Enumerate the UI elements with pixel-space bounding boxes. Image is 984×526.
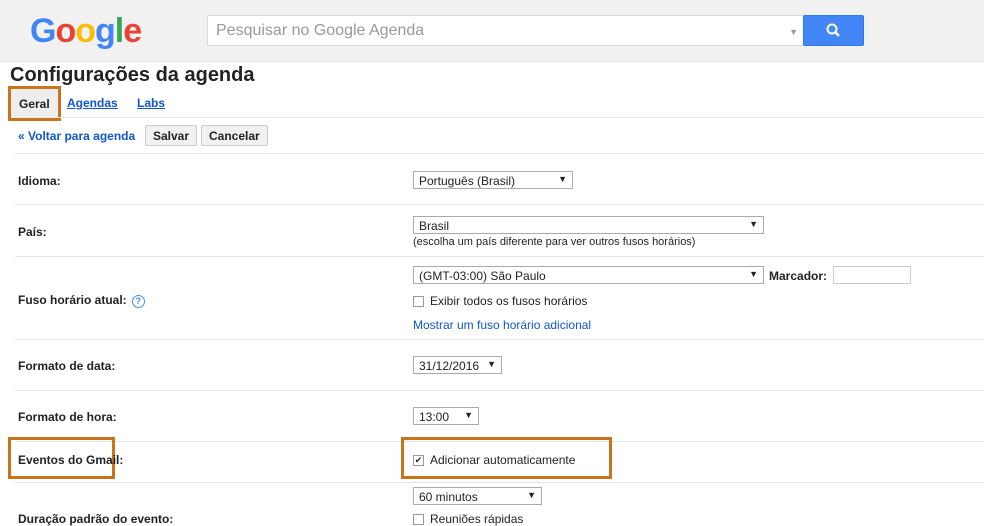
marker-input[interactable] bbox=[833, 266, 911, 284]
date-format-select[interactable]: 31/12/2016 ▼ bbox=[413, 356, 502, 374]
divider bbox=[15, 482, 984, 483]
divider bbox=[15, 339, 984, 340]
time-format-label: Formato de hora: bbox=[18, 410, 117, 424]
language-label: Idioma: bbox=[18, 174, 61, 188]
google-logo[interactable]: Google bbox=[30, 12, 142, 51]
language-select[interactable]: Português (Brasil) ▼ bbox=[413, 171, 573, 189]
auto-add-label: Adicionar automaticamente bbox=[430, 453, 576, 467]
country-note: (escolha um país diferente para ver outr… bbox=[413, 236, 696, 248]
search-input[interactable]: Pesquisar no Google Agenda ▼ bbox=[207, 15, 805, 46]
tab-agendas[interactable]: Agendas bbox=[67, 96, 118, 110]
divider bbox=[15, 390, 984, 391]
country-label: País: bbox=[18, 225, 47, 239]
chevron-down-icon: ▼ bbox=[527, 490, 536, 500]
back-to-calendar-link[interactable]: « Voltar para agenda bbox=[18, 129, 135, 143]
search-button[interactable] bbox=[803, 15, 864, 46]
divider bbox=[15, 117, 984, 118]
tab-geral[interactable]: Geral bbox=[8, 86, 61, 121]
language-value: Português (Brasil) bbox=[419, 174, 516, 188]
checkbox-icon[interactable] bbox=[413, 296, 424, 308]
search-placeholder: Pesquisar no Google Agenda bbox=[216, 22, 425, 39]
top-bar: Google Pesquisar no Google Agenda ▼ bbox=[0, 0, 984, 62]
date-format-value: 31/12/2016 bbox=[419, 359, 480, 373]
divider bbox=[15, 153, 984, 154]
save-button[interactable]: Salvar bbox=[145, 125, 198, 146]
timezone-label-text: Fuso horário atual: bbox=[18, 293, 127, 307]
divider bbox=[15, 204, 984, 205]
checkbox-icon[interactable] bbox=[413, 514, 424, 526]
help-icon[interactable]: ? bbox=[131, 295, 145, 308]
country-value: Brasil bbox=[419, 219, 450, 233]
dropdown-caret-icon[interactable]: ▼ bbox=[789, 27, 798, 37]
search-icon bbox=[826, 23, 840, 37]
time-format-select[interactable]: 13:00 ▼ bbox=[413, 407, 479, 425]
chevron-down-icon: ▼ bbox=[749, 219, 758, 229]
quick-meetings-checkbox[interactable]: Reuniões rápidas bbox=[413, 512, 523, 526]
cancel-button[interactable]: Cancelar bbox=[201, 125, 268, 146]
show-all-timezones-checkbox[interactable]: Exibir todos os fusos horários bbox=[413, 294, 587, 308]
chevron-down-icon: ▼ bbox=[749, 269, 758, 279]
date-format-label: Formato de data: bbox=[18, 359, 116, 373]
time-format-value: 13:00 bbox=[419, 410, 450, 424]
duration-select[interactable]: 60 minutos ▼ bbox=[413, 487, 542, 505]
chevron-down-icon: ▼ bbox=[487, 359, 496, 369]
show-all-label: Exibir todos os fusos horários bbox=[430, 294, 588, 308]
add-timezone-link[interactable]: Mostrar um fuso horário adicional bbox=[413, 318, 591, 332]
timezone-value: (GMT-03:00) São Paulo bbox=[419, 269, 546, 283]
timezone-select[interactable]: (GMT-03:00) São Paulo ▼ bbox=[413, 266, 764, 284]
checkmark-icon[interactable]: ✔ bbox=[413, 455, 424, 467]
duration-label: Duração padrão do evento: bbox=[18, 512, 174, 526]
timezone-label: Fuso horário atual:? bbox=[18, 293, 145, 308]
chevron-down-icon: ▼ bbox=[464, 410, 473, 420]
page-title: Configurações da agenda bbox=[10, 64, 255, 86]
divider bbox=[15, 256, 984, 257]
marker-label: Marcador: bbox=[769, 269, 828, 283]
gmail-events-label: Eventos do Gmail: bbox=[18, 453, 124, 467]
auto-add-checkbox[interactable]: ✔ Adicionar automaticamente bbox=[413, 453, 575, 467]
chevron-down-icon: ▼ bbox=[558, 174, 567, 184]
country-select[interactable]: Brasil ▼ bbox=[413, 216, 764, 234]
tab-labs[interactable]: Labs bbox=[137, 96, 165, 110]
quick-meetings-label: Reuniões rápidas bbox=[430, 512, 524, 526]
duration-value: 60 minutos bbox=[419, 490, 478, 504]
